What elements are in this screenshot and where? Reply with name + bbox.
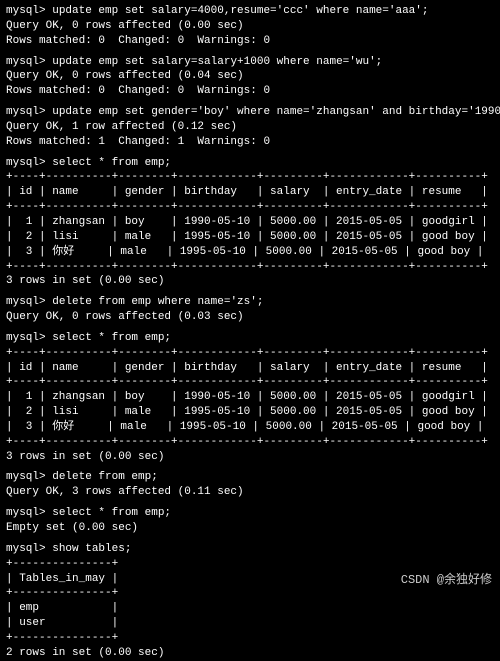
rows-in-set: 2 rows in set (0.00 sec) xyxy=(6,646,494,661)
table-border: +---------------+ xyxy=(6,557,494,572)
mysql-prompt[interactable]: mysql> xyxy=(6,332,52,344)
mysql-prompt[interactable]: mysql> xyxy=(6,5,52,17)
table-row: | emp | xyxy=(6,601,494,616)
query-ok: Query OK, 0 rows affected (0.04 sec) xyxy=(6,69,494,84)
table-header: | id | name | gender | birthday | salary… xyxy=(6,361,494,376)
table-border: +----+----------+--------+------------+-… xyxy=(6,260,494,275)
query-ok: Query OK, 3 rows affected (0.11 sec) xyxy=(6,485,494,500)
mysql-prompt[interactable]: mysql> xyxy=(6,296,52,308)
table-border: +----+----------+--------+------------+-… xyxy=(6,346,494,361)
mysql-prompt[interactable]: mysql> xyxy=(6,543,52,555)
rows-in-set: 3 rows in set (0.00 sec) xyxy=(6,450,494,465)
table-row: | 3 | 你好 | male | 1995-05-10 | 5000.00 |… xyxy=(6,420,494,435)
mysql-prompt[interactable]: mysql> xyxy=(6,507,52,519)
watermark: CSDN @余独好修 xyxy=(401,572,492,588)
sql-statement: update emp set salary=4000,resume='ccc' … xyxy=(52,5,428,17)
table-border: +----+----------+--------+------------+-… xyxy=(6,200,494,215)
sql-statement: update emp set gender='boy' where name='… xyxy=(52,106,500,118)
terminal-line: mysql> update emp set gender='boy' where… xyxy=(6,105,494,120)
rows-matched: Rows matched: 0 Changed: 0 Warnings: 0 xyxy=(6,84,494,99)
terminal-line: mysql> update emp set salary=4000,resume… xyxy=(6,4,494,19)
query-ok: Query OK, 0 rows affected (0.03 sec) xyxy=(6,310,494,325)
empty-set: Empty set (0.00 sec) xyxy=(6,521,494,536)
table-header: | id | name | gender | birthday | salary… xyxy=(6,185,494,200)
query-ok: Query OK, 1 row affected (0.12 sec) xyxy=(6,120,494,135)
sql-statement: delete from emp; xyxy=(52,471,158,483)
table-border: +---------------+ xyxy=(6,631,494,646)
table-border: +----+----------+--------+------------+-… xyxy=(6,375,494,390)
mysql-prompt[interactable]: mysql> xyxy=(6,471,52,483)
table-border: +----+----------+--------+------------+-… xyxy=(6,435,494,450)
table-border: +----+----------+--------+------------+-… xyxy=(6,170,494,185)
sql-statement: update emp set salary=salary+1000 where … xyxy=(52,56,382,68)
table-row: | user | xyxy=(6,616,494,631)
terminal-line: mysql> select * from emp; xyxy=(6,156,494,171)
sql-statement: show tables; xyxy=(52,543,131,555)
sql-statement: select * from emp; xyxy=(52,507,171,519)
terminal-line: mysql> show tables; xyxy=(6,542,494,557)
sql-statement: delete from emp where name='zs'; xyxy=(52,296,263,308)
rows-matched: Rows matched: 1 Changed: 1 Warnings: 0 xyxy=(6,135,494,150)
table-row: | 1 | zhangsan | boy | 1990-05-10 | 5000… xyxy=(6,215,494,230)
terminal-line: mysql> update emp set salary=salary+1000… xyxy=(6,55,494,70)
mysql-prompt[interactable]: mysql> xyxy=(6,56,52,68)
terminal-line: mysql> select * from emp; xyxy=(6,506,494,521)
terminal-line: mysql> delete from emp; xyxy=(6,470,494,485)
table-row: | 1 | zhangsan | boy | 1990-05-10 | 5000… xyxy=(6,390,494,405)
terminal-line: mysql> select * from emp; xyxy=(6,331,494,346)
rows-matched: Rows matched: 0 Changed: 0 Warnings: 0 xyxy=(6,34,494,49)
table-row: | 2 | lisi | male | 1995-05-10 | 5000.00… xyxy=(6,405,494,420)
rows-in-set: 3 rows in set (0.00 sec) xyxy=(6,274,494,289)
mysql-prompt[interactable]: mysql> xyxy=(6,106,52,118)
query-ok: Query OK, 0 rows affected (0.00 sec) xyxy=(6,19,494,34)
mysql-prompt[interactable]: mysql> xyxy=(6,157,52,169)
sql-statement: select * from emp; xyxy=(52,332,171,344)
sql-statement: select * from emp; xyxy=(52,157,171,169)
terminal-line: mysql> delete from emp where name='zs'; xyxy=(6,295,494,310)
table-row: | 2 | lisi | male | 1995-05-10 | 5000.00… xyxy=(6,230,494,245)
table-row: | 3 | 你好 | male | 1995-05-10 | 5000.00 |… xyxy=(6,245,494,260)
